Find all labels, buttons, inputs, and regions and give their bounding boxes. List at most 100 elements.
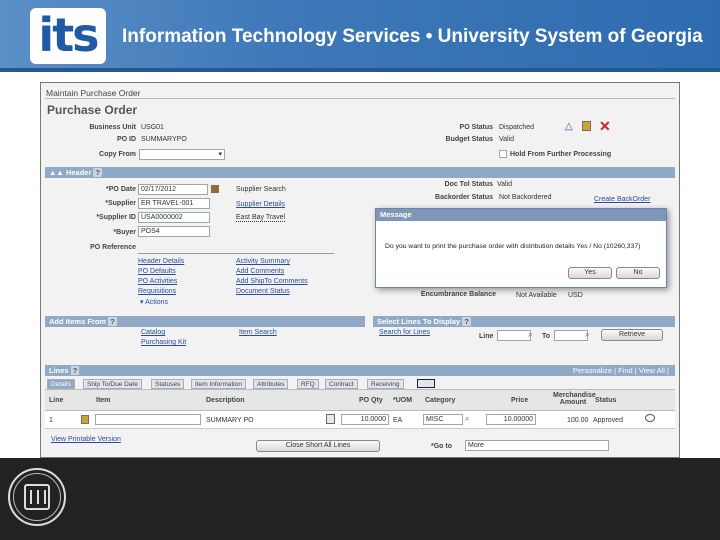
tab-details[interactable]: Details [47, 379, 75, 389]
edit-description-icon[interactable] [326, 414, 335, 424]
line-from-label: Line [479, 333, 494, 340]
backorder-value: Not Backordered [499, 194, 552, 201]
encumbrance-label: Encumbrance Balance [420, 291, 496, 298]
activity-summary-link[interactable]: Activity Summary [236, 258, 290, 265]
row-category-field[interactable]: MISC [423, 414, 463, 425]
magnifier-icon[interactable]: ⌕ [585, 330, 589, 340]
magnifier-icon[interactable]: ⌕ [528, 330, 532, 340]
copy-from-label: Copy From [99, 151, 136, 158]
divider [45, 98, 675, 99]
tab-rfq[interactable]: RFQ [297, 379, 319, 389]
actions-menu[interactable]: ▾ Actions [140, 298, 168, 306]
doc-tol-label: Doc Tol Status [444, 181, 493, 188]
po-date-field[interactable]: 02/17/2012 [138, 184, 208, 195]
buyer-field[interactable]: POS4 [138, 226, 210, 237]
hold-checkbox[interactable] [499, 150, 507, 158]
catalog-link[interactable]: Catalog [141, 329, 165, 336]
breadcrumb: Maintain Purchase Order [46, 88, 141, 98]
show-all-columns-icon[interactable] [417, 379, 435, 388]
supplier-id-label: *Supplier ID [96, 214, 136, 221]
help-icon[interactable]: ? [462, 317, 471, 326]
business-unit-value: USG01 [141, 124, 164, 131]
tab-ship-to[interactable]: Ship To/Due Date [83, 379, 142, 389]
footer-bar [0, 458, 720, 540]
doc-tol-value: Valid [497, 181, 513, 188]
po-reference-field[interactable] [138, 253, 334, 254]
no-button[interactable]: No [616, 267, 660, 279]
budget-check-icon[interactable]: △ [565, 121, 573, 132]
po-status-label: PO Status [459, 124, 493, 131]
add-shipto-comments-link[interactable]: Add ShipTo Comments [236, 278, 308, 285]
row-price-field[interactable]: 10.00000 [486, 414, 536, 425]
encumbrance-currency: USD [568, 292, 583, 299]
add-comments-link[interactable]: Add Comments [236, 268, 284, 275]
banner: its Information Technology Services • Un… [0, 0, 720, 72]
purchasing-kit-link[interactable]: Purchasing Kit [141, 339, 186, 346]
supplier-details-link[interactable]: Supplier Details [236, 201, 285, 208]
goto-select[interactable]: More [465, 440, 609, 451]
business-unit-label: Business Unit [89, 124, 136, 131]
po-id-value: SUMMARYPO [141, 136, 187, 143]
message-dialog: Message Do you want to print the purchas… [375, 208, 667, 288]
hold-label: Hold From Further Processing [510, 151, 612, 158]
add-items-label: Add Items From [49, 317, 107, 326]
search-lines-link[interactable]: Search for Lines [379, 329, 430, 336]
line-details-icon[interactable] [81, 415, 89, 424]
po-status-value: Dispatched [499, 124, 535, 131]
banner-divider [0, 68, 720, 72]
calendar-icon[interactable] [211, 185, 219, 193]
lines-bar: Lines ? Personalize | Find | View All | [45, 365, 675, 376]
create-backorder-link[interactable]: Create BackOrder [594, 196, 650, 203]
requisitions-link[interactable]: Requisitions [138, 288, 176, 295]
tab-attributes[interactable]: Attributes [253, 379, 289, 389]
comment-icon[interactable] [645, 414, 655, 422]
retrieve-button[interactable]: Retrieve [601, 329, 663, 341]
row-qty-field[interactable]: 10.0000 [341, 414, 389, 425]
seal-column [37, 490, 39, 504]
close-short-button[interactable]: Close Short All Lines [256, 440, 380, 452]
tab-contract[interactable]: Contract [325, 379, 358, 389]
tab-statuses[interactable]: Statuses [151, 379, 185, 389]
university-seal-icon [8, 468, 66, 526]
row-line: 1 [49, 417, 53, 424]
row-status: Approved [593, 417, 623, 424]
row-uom: EA [393, 417, 403, 424]
encumbrance-value: Not Available [516, 292, 557, 299]
line-from-field[interactable] [497, 330, 531, 341]
chevron-down-icon: ▾ [218, 151, 222, 158]
yes-button[interactable]: Yes [568, 267, 612, 279]
view-printable-link[interactable]: View Printable Version [51, 436, 121, 443]
header-details-link[interactable]: Header Details [138, 258, 184, 265]
budget-status-label: Budget Status [445, 136, 493, 143]
magnifier-icon[interactable]: ⌕ [465, 414, 469, 424]
line-to-field[interactable] [554, 330, 588, 341]
copy-from-select[interactable]: ▾ [139, 149, 225, 160]
cancel-x-icon[interactable]: ✕ [599, 118, 611, 135]
tab-item-information[interactable]: Item Information [191, 379, 246, 389]
document-icon[interactable] [582, 121, 591, 131]
po-id-label: PO ID [116, 136, 136, 143]
header-section-bar[interactable]: ▲▲ Header ? [45, 167, 675, 178]
supplier-field[interactable]: ER TRAVEL-001 [138, 198, 210, 209]
po-defaults-link[interactable]: PO Defaults [138, 268, 176, 275]
header-section-label: Header [65, 168, 92, 177]
item-search-link[interactable]: Item Search [239, 329, 277, 336]
message-title: Message [376, 209, 666, 221]
row-item-field[interactable] [95, 414, 201, 425]
supplier-id-field[interactable]: USA0000002 [138, 212, 210, 223]
supplier-name: East Bay Travel [236, 214, 286, 222]
help-icon[interactable]: ? [70, 366, 80, 375]
grid-nav[interactable]: Personalize | Find | View All | [573, 366, 669, 375]
select-lines-label: Select Lines To Display [377, 317, 461, 326]
col-merchandise-amount: Merchandise Amount [553, 392, 596, 406]
banner-title: Information Technology Services • Univer… [122, 26, 703, 47]
goto-label: *Go to [431, 443, 452, 450]
its-logo: its [30, 8, 106, 64]
help-icon[interactable]: ? [108, 317, 117, 326]
supplier-label: *Supplier [105, 200, 136, 207]
help-icon[interactable]: ? [93, 168, 103, 177]
document-status-link[interactable]: Document Status [236, 288, 290, 295]
po-activities-link[interactable]: PO Activities [138, 278, 177, 285]
tab-receiving[interactable]: Receiving [367, 379, 404, 389]
message-text: Do you want to print the purchase order … [385, 243, 641, 250]
